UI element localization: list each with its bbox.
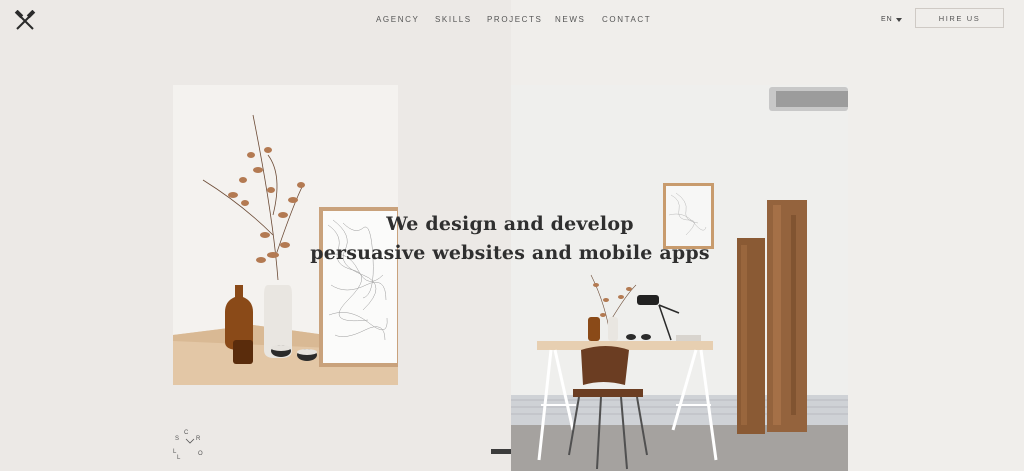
interior-desk-image — [511, 85, 848, 471]
language-label: EN — [881, 16, 893, 23]
hero-headline-line-1: We design and develop — [386, 213, 634, 235]
scroll-circle-text: S C R O L L — [173, 430, 203, 461]
nav-item-skills[interactable]: SKILLS — [435, 15, 472, 24]
nav-item-contact[interactable]: CONTACT — [602, 15, 651, 24]
scroll-letter-4: O — [198, 451, 203, 457]
hero-headline: We design and develop persuasive website… — [300, 210, 720, 268]
nav-item-news[interactable]: NEWS — [555, 15, 585, 24]
logo[interactable] — [14, 9, 36, 32]
slide-indicator[interactable] — [491, 449, 511, 454]
nav-item-projects[interactable]: PROJECTS — [487, 15, 542, 24]
scroll-letter-1: S — [175, 436, 179, 442]
hero-photo-right — [511, 85, 848, 471]
hero-headline-line-2: persuasive websites and mobile apps — [310, 242, 710, 264]
scroll-letter-6: L — [177, 455, 181, 461]
hire-us-button[interactable]: HIRE US — [915, 8, 1004, 28]
scroll-letter-2: C — [184, 430, 189, 436]
caret-down-icon — [895, 17, 902, 22]
chevron-down-icon — [185, 438, 195, 444]
language-selector[interactable]: EN — [881, 16, 902, 23]
scroll-indicator[interactable]: S C R O L L — [171, 425, 209, 461]
scroll-letter-3: R — [196, 436, 201, 442]
crossed-hammers-icon — [14, 9, 36, 30]
nav-item-agency[interactable]: AGENCY — [376, 15, 419, 24]
